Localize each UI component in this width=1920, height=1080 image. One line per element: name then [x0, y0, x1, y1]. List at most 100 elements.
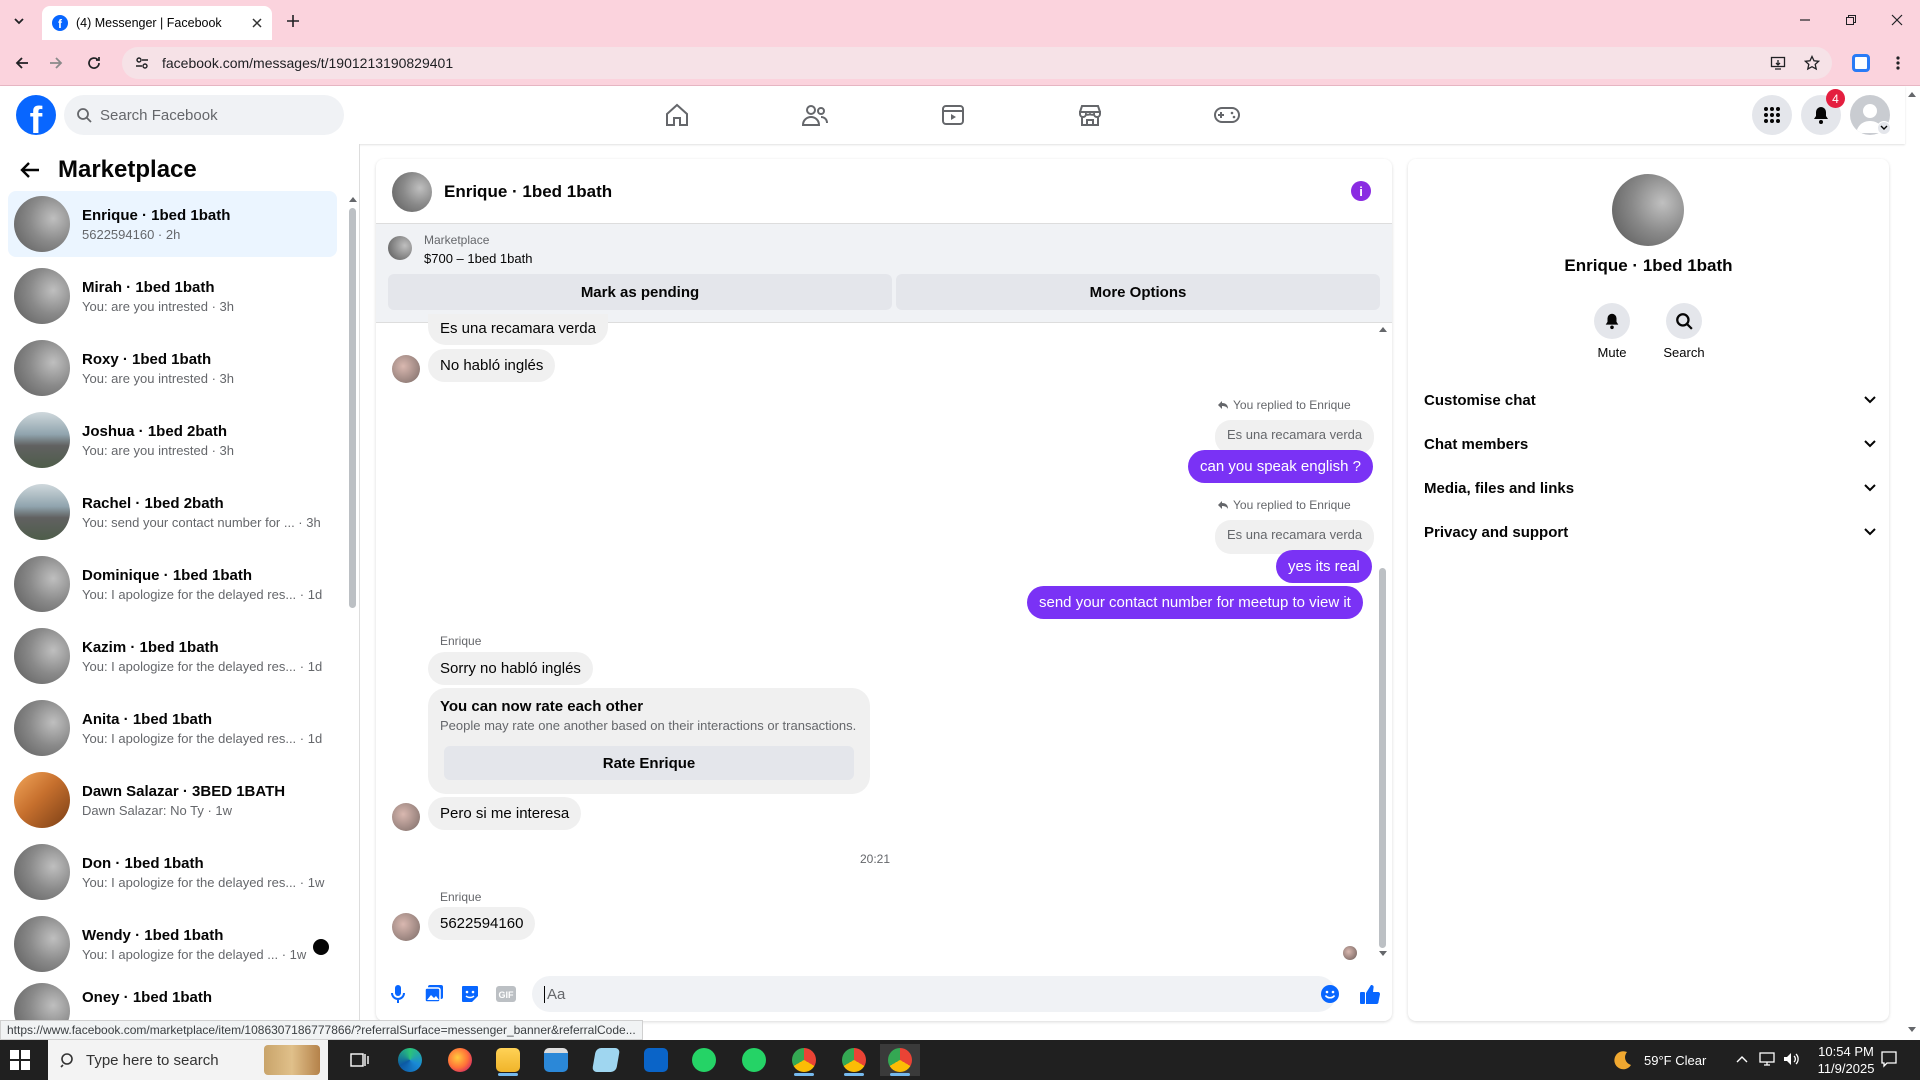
nav-gaming[interactable]	[1210, 98, 1244, 132]
avatar	[14, 484, 70, 540]
conversation-item[interactable]: Don · 1bed 1bath You: I apologize for the…	[8, 839, 337, 905]
chat-header[interactable]: Enrique · 1bed 1bath	[392, 172, 612, 212]
nav-marketplace[interactable]	[1073, 98, 1107, 132]
network-icon[interactable]	[1758, 1051, 1776, 1067]
chevron-up-icon[interactable]	[1736, 1054, 1748, 1064]
whatsapp-business-app[interactable]	[734, 1044, 774, 1076]
privacy-support-section[interactable]: Privacy and support	[1424, 514, 1876, 550]
back-button[interactable]	[10, 51, 34, 75]
file-explorer-app[interactable]	[488, 1044, 528, 1076]
mark-as-pending-button[interactable]: Mark as pending	[388, 274, 892, 310]
reload-button[interactable]	[82, 51, 106, 75]
minimize-window-button[interactable]	[1792, 8, 1818, 32]
facebook-logo[interactable]: f	[16, 95, 56, 135]
more-options-button[interactable]: More Options	[896, 274, 1380, 310]
search-in-conversation-button[interactable]: Search	[1654, 303, 1714, 360]
profile-extension-button[interactable]	[1850, 52, 1872, 74]
emoji-button[interactable]	[1318, 982, 1342, 1006]
listing-thumbnail[interactable]	[388, 236, 412, 260]
mute-button[interactable]: Mute	[1582, 303, 1642, 360]
volume-icon[interactable]	[1782, 1051, 1800, 1067]
quoted-message[interactable]: Es una recamara verda	[1215, 420, 1375, 454]
message-incoming[interactable]: 5622594160	[428, 907, 536, 940]
message-incoming[interactable]: Sorry no habló inglés	[428, 652, 593, 685]
forward-button[interactable]	[44, 51, 68, 75]
firefox-app[interactable]	[440, 1044, 480, 1076]
scroll-up-icon[interactable]	[1378, 325, 1388, 333]
conversation-info-button[interactable]: i	[1351, 181, 1371, 201]
windows-start-icon[interactable]	[10, 1050, 30, 1070]
conversation-item[interactable]: Anita · 1bed 1bath You: I apologize for t…	[8, 695, 337, 761]
conversation-item[interactable]: Joshua · 1bed 2bath You: are you intreste…	[8, 407, 337, 473]
send-like-button[interactable]	[1358, 982, 1382, 1006]
message-incoming[interactable]: Es una recamara verda	[428, 314, 608, 345]
chat-scrollbar[interactable]	[1379, 568, 1386, 948]
chrome-app-1[interactable]	[784, 1044, 824, 1076]
facebook-search-input[interactable]: Search Facebook	[64, 95, 344, 135]
install-app-button[interactable]	[1767, 52, 1789, 74]
task-view-button[interactable]	[340, 1044, 380, 1076]
bookmark-button[interactable]	[1801, 52, 1823, 74]
sidebar-scrollbar[interactable]	[349, 208, 356, 608]
attach-media-button[interactable]	[422, 982, 446, 1006]
conversation-item[interactable]: Wendy · 1bed 1bath You: I apologize for t…	[8, 911, 337, 977]
browser-menu-button[interactable]	[1887, 52, 1909, 74]
message-outgoing[interactable]: send your contact number for meetup to v…	[1027, 586, 1363, 619]
chat-members-section[interactable]: Chat members	[1424, 426, 1876, 462]
conversation-item[interactable]: Kazim · 1bed 1bath You: I apologize for t…	[8, 623, 337, 689]
rate-enrique-button[interactable]: Rate Enrique	[444, 746, 854, 780]
chrome-app-2[interactable]	[834, 1044, 874, 1076]
menu-button[interactable]	[1752, 95, 1792, 135]
customise-chat-section[interactable]: Customise chat	[1424, 382, 1876, 418]
system-clock[interactable]: 10:54 PM 11/9/2025	[1806, 1043, 1886, 1077]
weather-widget[interactable]: 59°F Clear	[1612, 1049, 1706, 1071]
quoted-message[interactable]: Es una recamara verda	[1215, 520, 1375, 554]
contact-avatar[interactable]	[1612, 174, 1684, 246]
notepad-app[interactable]	[586, 1044, 626, 1076]
photo-icon	[424, 985, 443, 1003]
taskbar-search-input[interactable]: Type here to search	[48, 1040, 328, 1080]
message-incoming[interactable]: No habló inglés	[428, 349, 556, 382]
message-input[interactable]: Aa	[532, 976, 1336, 1012]
new-tab-button[interactable]	[282, 10, 304, 32]
notification-center-icon[interactable]	[1880, 1050, 1898, 1068]
store-app[interactable]	[536, 1044, 576, 1076]
media-files-links-section[interactable]: Media, files and links	[1424, 470, 1876, 506]
scroll-up-icon[interactable]	[348, 195, 358, 203]
voice-clip-button[interactable]	[386, 982, 410, 1006]
scroll-down-icon[interactable]	[1378, 950, 1388, 958]
sticker-button[interactable]	[458, 982, 482, 1006]
restore-window-button[interactable]	[1838, 8, 1864, 32]
whatsapp-app[interactable]	[684, 1044, 724, 1076]
close-window-button[interactable]	[1884, 8, 1910, 32]
conversation-item[interactable]: Enrique · 1bed 1bath 5622594160 · 2h	[8, 191, 337, 257]
outlook-app[interactable]	[636, 1044, 676, 1076]
page-scroll-down-icon[interactable]	[1907, 1026, 1917, 1034]
conversation-item[interactable]: Dominique · 1bed 1bath You: I apologize f…	[8, 551, 337, 617]
conversation-item[interactable]: Oney · 1bed 1bath	[8, 983, 337, 1023]
message-outgoing[interactable]: can you speak english ?	[1188, 450, 1373, 483]
back-arrow-icon[interactable]	[20, 161, 40, 179]
account-chevron[interactable]	[1877, 121, 1891, 135]
thumbs-up-icon	[1360, 985, 1381, 1004]
chrome-app-3[interactable]	[880, 1044, 920, 1076]
nav-home[interactable]	[660, 98, 694, 132]
conversation-item[interactable]: Roxy · 1bed 1bath You: are you intrested …	[8, 335, 337, 401]
nav-friends[interactable]	[798, 98, 832, 132]
site-settings-icon[interactable]	[134, 55, 150, 71]
message-incoming[interactable]: Pero si me interesa	[428, 797, 582, 830]
conversation-preview: You: send your contact number for ... · …	[82, 514, 321, 530]
listing-title[interactable]: $700 – 1bed 1bath	[424, 251, 532, 266]
conversation-item[interactable]: Rachel · 1bed 2bath You: send your contac…	[8, 479, 337, 545]
browser-tab-active[interactable]: f (4) Messenger | Facebook	[42, 6, 272, 40]
page-scroll-up-icon[interactable]	[1907, 90, 1917, 98]
address-bar[interactable]: facebook.com/messages/t/1901213190829401	[122, 47, 1832, 79]
nav-video[interactable]	[936, 98, 970, 132]
close-tab-icon[interactable]	[252, 18, 262, 28]
message-outgoing[interactable]: yes its real	[1276, 550, 1372, 583]
edge-app[interactable]	[390, 1044, 430, 1076]
gif-button[interactable]: GIF	[494, 982, 518, 1006]
conversation-item[interactable]: Dawn Salazar · 3BED 1BATH Dawn Salazar: N…	[8, 767, 337, 833]
tab-search-button[interactable]	[8, 10, 30, 32]
conversation-item[interactable]: Mirah · 1bed 1bath You: are you intrested…	[8, 263, 337, 329]
